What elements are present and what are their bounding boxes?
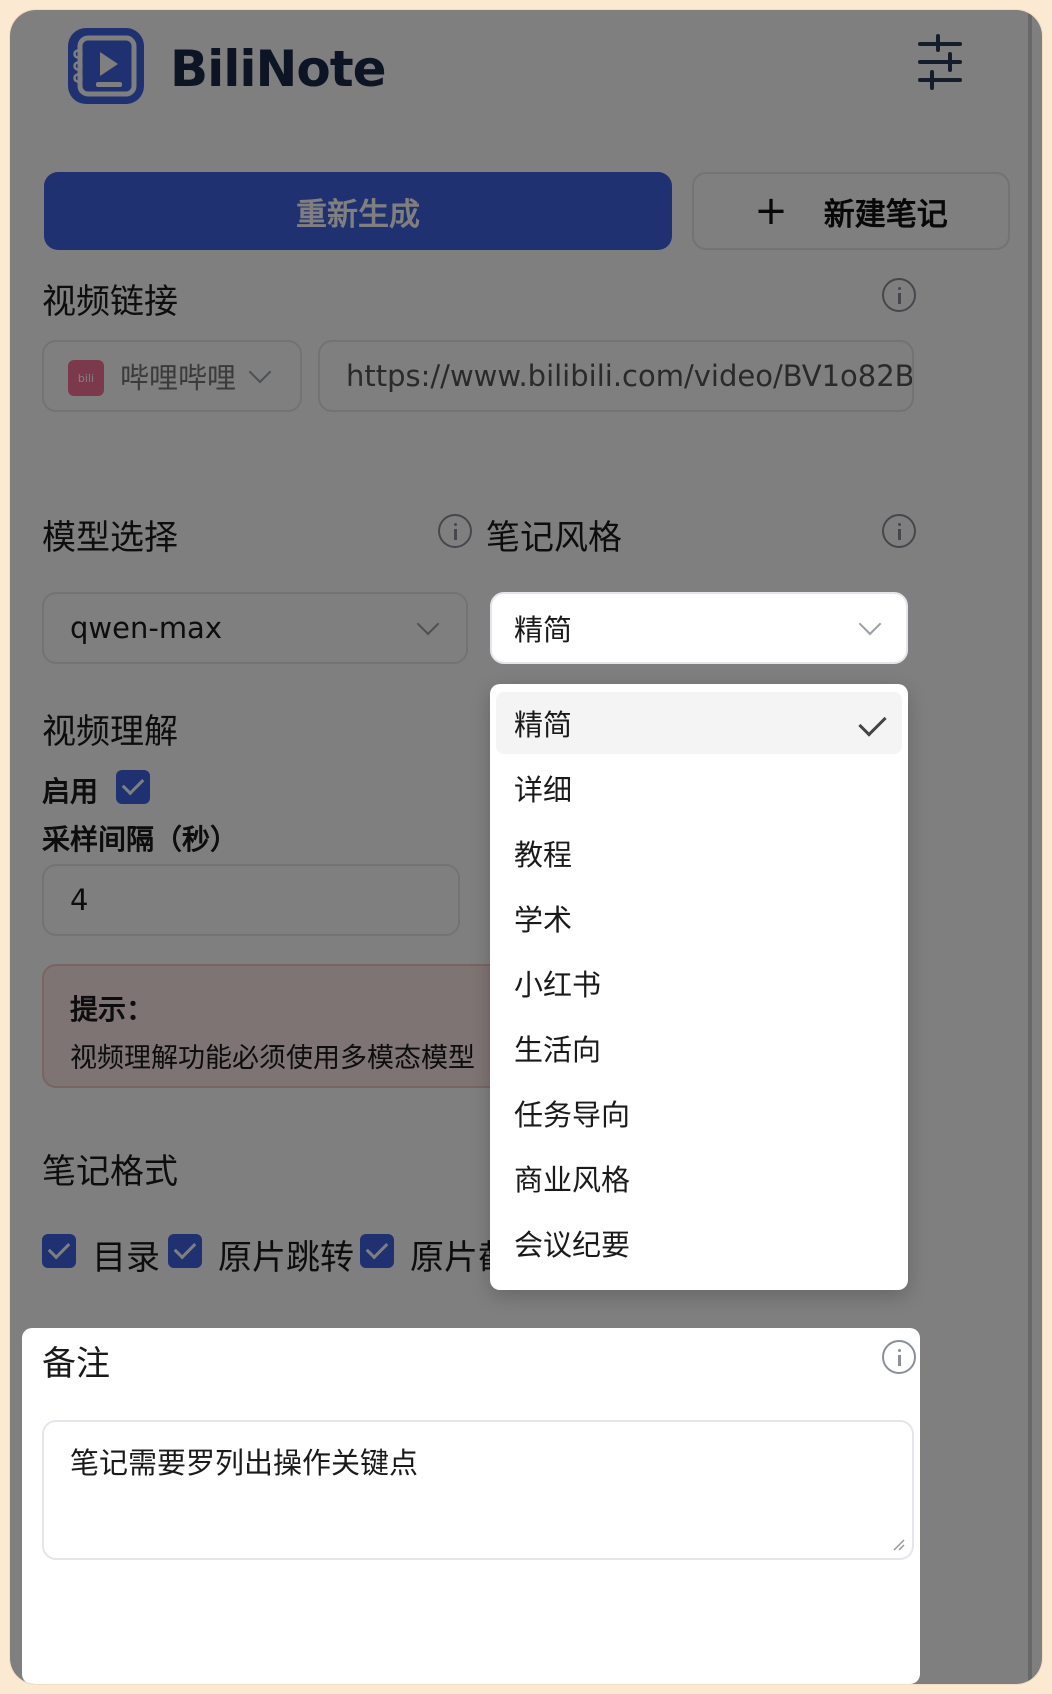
hint-box: 提示： 视频理解功能必须使用多模态模型	[42, 964, 542, 1088]
style-option[interactable]: 学术	[496, 887, 902, 949]
format-label: 笔记格式	[42, 1152, 178, 1192]
style-option-label: 任务导向	[514, 1098, 631, 1132]
new-note-button[interactable]: + 新建笔记	[692, 172, 1010, 250]
style-dropdown: 精简 详细 教程 学术 小红书 生活向 任务导向 商业风格 会议纪要	[490, 684, 908, 1290]
style-option-label: 详细	[514, 773, 573, 807]
style-option-label: 学术	[514, 903, 573, 937]
hint-title: 提示：	[70, 993, 155, 1026]
plus-icon: +	[754, 188, 788, 234]
style-option-label: 商业风格	[514, 1163, 631, 1197]
app-title: BiliNote	[170, 40, 387, 98]
resize-handle-icon[interactable]	[890, 1536, 906, 1552]
format-checkbox-screenshot[interactable]	[360, 1234, 394, 1268]
chevron-down-icon	[416, 612, 440, 636]
hint-body: 视频理解功能必须使用多模态模型	[70, 1043, 475, 1074]
interval-value: 4	[70, 883, 89, 917]
style-option[interactable]: 商业风格	[496, 1147, 902, 1209]
model-label: 模型选择	[42, 518, 178, 558]
style-option[interactable]: 精简	[496, 692, 902, 754]
style-option[interactable]: 详细	[496, 757, 902, 819]
style-option[interactable]: 小红书	[496, 952, 902, 1014]
enable-checkbox[interactable]	[116, 770, 150, 804]
style-option-label: 生活向	[514, 1033, 602, 1067]
style-option[interactable]: 生活向	[496, 1017, 902, 1079]
chevron-down-icon	[248, 360, 272, 384]
logo-icon	[68, 28, 144, 104]
style-option-label: 小红书	[514, 968, 602, 1002]
video-understanding-label: 视频理解	[42, 712, 178, 752]
check-icon	[858, 708, 887, 737]
style-option[interactable]: 会议纪要	[496, 1212, 902, 1274]
info-icon[interactable]	[882, 1340, 916, 1374]
app-window: BiliNote 重新生成 + 新建笔记 视频链接 bili 哔哩哔哩 http…	[10, 10, 1042, 1684]
enable-label: 启用	[42, 775, 99, 808]
style-label: 笔记风格	[486, 518, 622, 558]
interval-input[interactable]: 4	[42, 864, 460, 936]
chevron-down-icon	[858, 612, 882, 636]
platform-value: 哔哩哔哩	[120, 361, 237, 395]
video-url-input[interactable]: https://www.bilibili.com/video/BV1o82BYf…	[318, 340, 914, 412]
scrollbar[interactable]	[1028, 10, 1032, 1684]
format-checkbox-toc[interactable]	[42, 1234, 76, 1268]
style-option[interactable]: 任务导向	[496, 1082, 902, 1144]
style-option[interactable]: 教程	[496, 822, 902, 884]
settings-sliders-icon[interactable]	[916, 34, 964, 90]
notes-card: 备注 笔记需要罗列出操作关键点	[22, 1328, 920, 1684]
model-select[interactable]: qwen-max	[42, 592, 468, 664]
info-icon[interactable]	[882, 278, 916, 312]
model-value: qwen-max	[70, 611, 222, 645]
style-option-label: 教程	[514, 838, 573, 872]
style-value: 精简	[514, 613, 573, 647]
format-option-toc: 目录	[92, 1238, 160, 1278]
style-select[interactable]: 精简	[490, 592, 908, 664]
info-icon[interactable]	[882, 514, 916, 548]
video-url-value: https://www.bilibili.com/video/BV1o82BYf…	[346, 359, 914, 393]
info-icon[interactable]	[438, 514, 472, 548]
regenerate-button[interactable]: 重新生成	[44, 172, 672, 250]
style-option-label: 会议纪要	[514, 1228, 631, 1262]
interval-label: 采样间隔（秒）	[42, 823, 239, 856]
style-option-label: 精简	[514, 708, 573, 742]
new-note-label: 新建笔记	[823, 196, 948, 233]
notes-textarea[interactable]: 笔记需要罗列出操作关键点	[42, 1420, 914, 1560]
notes-value: 笔记需要罗列出操作关键点	[70, 1446, 419, 1480]
format-option-jump: 原片跳转	[218, 1238, 354, 1278]
video-link-label: 视频链接	[42, 282, 178, 322]
bilibili-icon: bili	[68, 360, 104, 396]
platform-select[interactable]: bili 哔哩哔哩	[42, 340, 302, 412]
notes-label: 备注	[42, 1344, 110, 1384]
format-checkbox-jump[interactable]	[168, 1234, 202, 1268]
